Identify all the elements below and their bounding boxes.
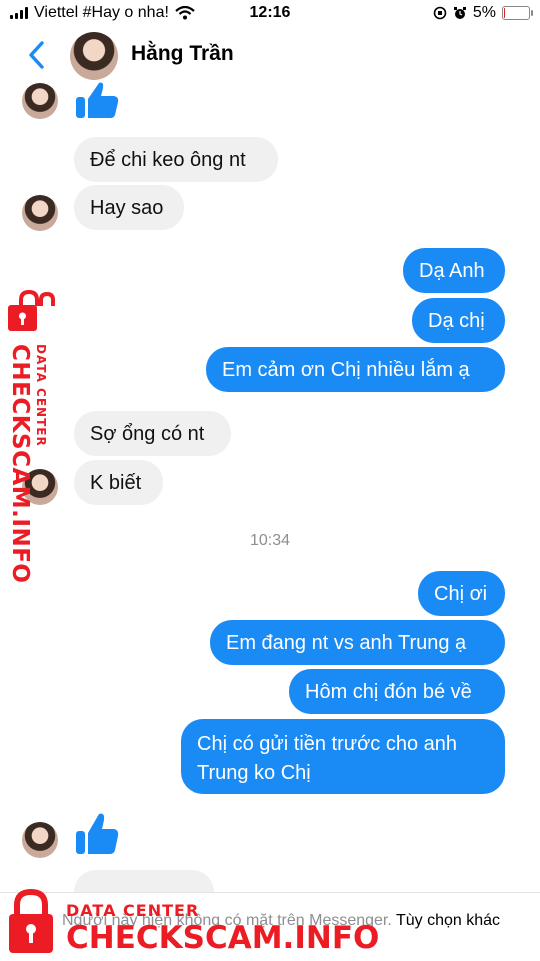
incoming-message[interactable]: K biết	[74, 460, 163, 505]
outgoing-message[interactable]: Em cảm ơn Chị nhiều lắm ạ	[206, 347, 505, 392]
outgoing-message[interactable]: Chị có gửi tiền trước cho anh Trung ko C…	[181, 719, 505, 794]
battery-percent: 5%	[472, 4, 496, 21]
watermark-text: CHECKSCAM.INFO	[66, 920, 380, 956]
message-timestamp: 10:34	[249, 532, 291, 549]
avatar	[22, 83, 58, 119]
orientation-lock-icon	[433, 6, 447, 20]
status-bar: Viettel #Hay o nha! 12:16 5%	[0, 0, 540, 28]
battery-level	[504, 8, 505, 18]
watermark-subtext: DATA CENTER	[34, 344, 48, 447]
outgoing-message[interactable]: Dạ chị	[412, 298, 505, 343]
message-line: Trung ko Chị	[197, 762, 311, 784]
avatar	[22, 195, 58, 231]
status-right: 5%	[433, 4, 533, 22]
battery-icon	[502, 6, 533, 20]
chevron-left-icon	[29, 41, 44, 69]
incoming-message[interactable]: Sợ ổng có nt	[74, 411, 231, 456]
lock-icon	[9, 889, 53, 953]
thumbs-up-icon	[76, 82, 119, 118]
back-button[interactable]	[22, 38, 52, 72]
thumbs-up-icon	[76, 813, 119, 854]
message-line: Chị có gửi tiền trước cho anh	[197, 733, 458, 755]
watermark-subtext: DATA CENTER	[66, 901, 200, 920]
message-text: Chị có gửi tiền trước cho anh Trung ko C…	[197, 730, 457, 788]
contact-avatar[interactable]	[70, 32, 118, 80]
watermark-text: CHECKSCAM.INFO	[7, 344, 33, 584]
outgoing-message[interactable]: Em đang nt vs anh Trung ạ	[210, 620, 505, 665]
more-options-link[interactable]: Tùy chọn khác	[396, 912, 500, 929]
outgoing-message[interactable]: Chị ơi	[418, 571, 505, 616]
contact-name[interactable]: Hằng Trần	[131, 42, 234, 66]
outgoing-message[interactable]: Hôm chị đón bé về	[289, 669, 505, 714]
outgoing-message[interactable]: Dạ Anh	[403, 248, 505, 293]
alarm-icon	[453, 7, 466, 19]
incoming-message[interactable]: Để chi keo ông nt	[74, 137, 278, 182]
conversation-header: Hằng Trần	[0, 28, 540, 84]
incoming-message[interactable]: Hay sao	[74, 185, 184, 230]
avatar	[22, 822, 58, 858]
lock-icon	[8, 290, 55, 331]
